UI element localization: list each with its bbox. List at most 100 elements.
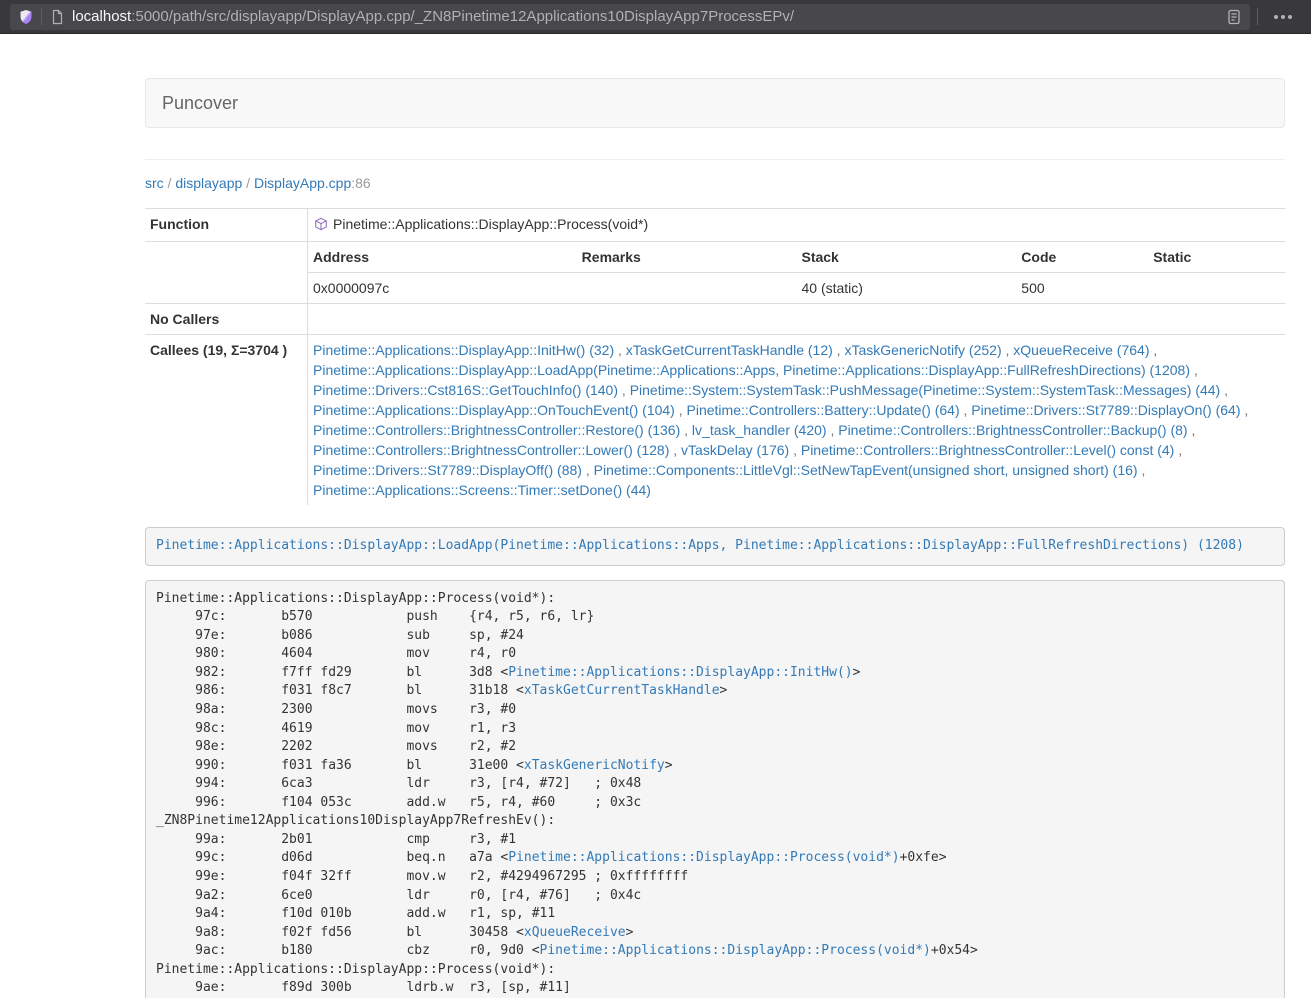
details-cell: Address Remarks Stack Code Static 0x0000…	[308, 242, 1286, 304]
text-segment: ,	[618, 382, 630, 398]
details-row: Address Remarks Stack Code Static 0x0000…	[145, 242, 1285, 304]
callers-row: No Callers	[145, 304, 1285, 335]
url-text[interactable]: localhost:5000/path/src/displayapp/Displ…	[72, 8, 1226, 25]
text-segment: +0x54>	[931, 943, 978, 958]
breadcrumb-line: src / displayapp / DisplayApp.cpp:86	[145, 173, 1285, 193]
asm-line: 98c: 4619 mov r1, r3	[156, 720, 1274, 739]
text-segment: +0xfe>	[900, 850, 947, 865]
function-name: Pinetime::Applications::DisplayApp::Proc…	[333, 216, 648, 232]
text-segment: :86	[351, 175, 370, 191]
callees-list: Pinetime::Applications::DisplayApp::Init…	[308, 335, 1286, 506]
asm-symbol-link[interactable]: xTaskGetCurrentTaskHandle	[524, 683, 720, 698]
asm-line: 986: f031 f8c7 bl 31b18 <xTaskGetCurrent…	[156, 682, 1274, 701]
selected-callee-link[interactable]: Pinetime::Applications::DisplayApp::Load…	[156, 538, 1244, 553]
text-segment: 9ae: f89d 300b ldrb.w r3, [sp, #11]	[156, 980, 571, 995]
callee-link[interactable]: Pinetime::Components::LittleVgl::SetNewT…	[594, 462, 1138, 478]
asm-line: 99c: d06d beq.n a7a <Pinetime::Applicati…	[156, 849, 1274, 868]
callers-label: No Callers	[145, 304, 308, 335]
divider	[145, 159, 1285, 160]
text-segment: >	[665, 758, 673, 773]
text-segment: 97c: b570 push {r4, r5, r6, lr}	[156, 609, 594, 624]
callee-line: Pinetime::Applications::DisplayApp::OnTo…	[313, 400, 1280, 420]
callees-label: Callees (19, Σ=3704 )	[145, 335, 308, 506]
callee-link[interactable]: Pinetime::Controllers::BrightnessControl…	[838, 422, 1187, 438]
stack-value: 40 (static)	[796, 273, 1016, 304]
asm-line: 990: f031 fa36 bl 31e00 <xTaskGenericNot…	[156, 757, 1274, 776]
text-segment: /	[242, 175, 254, 191]
text-segment: ,	[582, 462, 594, 478]
callee-link[interactable]: xTaskGenericNotify (252)	[844, 342, 1001, 358]
breadcrumb-link[interactable]: displayapp	[175, 175, 242, 191]
asm-symbol-link[interactable]: xTaskGenericNotify	[524, 758, 665, 773]
details-table: Address Remarks Stack Code Static 0x0000…	[308, 242, 1285, 303]
asm-symbol-link[interactable]: xQueueReceive	[524, 925, 626, 940]
asm-line: 98a: 2300 movs r3, #0	[156, 701, 1274, 720]
asm-line: _ZN8Pinetime12Applications10DisplayApp7R…	[156, 812, 1274, 831]
callee-link[interactable]: Pinetime::Controllers::Battery::Update()…	[687, 402, 960, 418]
text-segment: ,	[675, 402, 687, 418]
asm-line: 97e: b086 sub sp, #24	[156, 627, 1274, 646]
asm-symbol-link[interactable]: Pinetime::Applications::DisplayApp::Proc…	[540, 943, 931, 958]
url-path[interactable]: :5000/path/src/displayapp/DisplayApp.cpp…	[131, 8, 794, 25]
text-segment: ,	[1138, 462, 1146, 478]
callee-line: Pinetime::Applications::Screens::Timer::…	[313, 480, 1280, 500]
text-segment: 994: 6ca3 ldr r3, [r4, #72] ; 0x48	[156, 776, 641, 791]
callee-link[interactable]: Pinetime::Applications::DisplayApp::Init…	[313, 342, 614, 358]
asm-line: 9a2: 6ce0 ldr r0, [r4, #76] ; 0x4c	[156, 887, 1274, 906]
callee-link[interactable]: lv_task_handler (420)	[692, 422, 827, 438]
breadcrumb-link[interactable]: DisplayApp.cpp	[254, 175, 351, 191]
breadcrumb-link[interactable]: src	[145, 175, 164, 191]
text-segment: ,	[1002, 342, 1014, 358]
app-title: Puncover	[162, 93, 238, 114]
callee-link[interactable]: Pinetime::Drivers::Cst816S::GetTouchInfo…	[313, 382, 618, 398]
callee-line: Pinetime::Controllers::BrightnessControl…	[313, 420, 1280, 440]
text-segment: ,	[1190, 362, 1198, 378]
callers-cell	[308, 304, 1286, 335]
asm-symbol-link[interactable]: Pinetime::Applications::DisplayApp::Init…	[508, 665, 852, 680]
text-segment: >	[720, 683, 728, 698]
asm-symbol-link[interactable]: Pinetime::Applications::DisplayApp::Proc…	[508, 850, 899, 865]
selected-callee-box: Pinetime::Applications::DisplayApp::Load…	[145, 527, 1285, 566]
asm-line: Pinetime::Applications::DisplayApp::Proc…	[156, 961, 1274, 980]
callee-link[interactable]: Pinetime::Drivers::St7789::DisplayOn() (…	[971, 402, 1240, 418]
asm-line: 97c: b570 push {r4, r5, r6, lr}	[156, 608, 1274, 627]
callee-link[interactable]: vTaskDelay (176)	[681, 442, 789, 458]
text-segment: 986: f031 f8c7 bl 31b18 <	[156, 683, 524, 698]
text-segment: 9a4: f10d 010b add.w r1, sp, #11	[156, 906, 555, 921]
details-value-row: 0x0000097c 40 (static) 500	[308, 273, 1285, 304]
menu-icon[interactable]	[1265, 15, 1301, 19]
asm-line: 996: f104 053c add.w r5, r4, #60 ; 0x3c	[156, 794, 1274, 813]
page-icon[interactable]	[49, 9, 65, 25]
details-label-empty	[145, 242, 308, 304]
callee-link[interactable]: Pinetime::Applications::Screens::Timer::…	[313, 482, 651, 498]
callee-link[interactable]: Pinetime::Drivers::St7789::DisplayOff() …	[313, 462, 582, 478]
text-segment: ,	[1188, 422, 1196, 438]
text-segment: 99a: 2b01 cmp r3, #1	[156, 832, 516, 847]
callee-link[interactable]: Pinetime::Controllers::BrightnessControl…	[313, 422, 680, 438]
callee-link[interactable]: Pinetime::Controllers::BrightnessControl…	[313, 442, 669, 458]
url-bar[interactable]: localhost:5000/path/src/displayapp/Displ…	[10, 4, 1250, 30]
text-segment: Pinetime::Applications::DisplayApp::Proc…	[156, 591, 555, 606]
function-row: Function Pinetime::Applications::Display…	[145, 209, 1285, 242]
callee-link[interactable]: xQueueReceive (764)	[1013, 342, 1149, 358]
callee-link[interactable]: Pinetime::Applications::DisplayApp::OnTo…	[313, 402, 675, 418]
text-segment: ,	[680, 422, 692, 438]
url-host[interactable]: localhost	[72, 8, 131, 25]
callee-link[interactable]: Pinetime::Applications::DisplayApp::Load…	[313, 362, 1190, 378]
callee-link[interactable]: Pinetime::Controllers::BrightnessControl…	[801, 442, 1174, 458]
function-name-cell: Pinetime::Applications::DisplayApp::Proc…	[308, 209, 1286, 242]
asm-line: 9a8: f02f fd56 bl 30458 <xQueueReceive>	[156, 924, 1274, 943]
callee-link[interactable]: Pinetime::System::SystemTask::PushMessag…	[630, 382, 1221, 398]
text-segment: 99c: d06d beq.n a7a <	[156, 850, 508, 865]
breadcrumb: src / displayapp / DisplayApp.cpp:86	[145, 173, 1285, 193]
text-segment: 990: f031 fa36 bl 31e00 <	[156, 758, 524, 773]
text-segment: /	[164, 175, 176, 191]
callee-link[interactable]: xTaskGetCurrentTaskHandle (12)	[626, 342, 833, 358]
text-segment: ,	[789, 442, 801, 458]
remarks-value	[577, 273, 797, 304]
shield-icon[interactable]	[18, 9, 34, 25]
text-segment: >	[853, 665, 861, 680]
app-header: Puncover	[145, 78, 1285, 128]
page-content: Puncover src / displayapp / DisplayApp.c…	[145, 78, 1285, 998]
reader-mode-icon[interactable]	[1226, 9, 1242, 25]
